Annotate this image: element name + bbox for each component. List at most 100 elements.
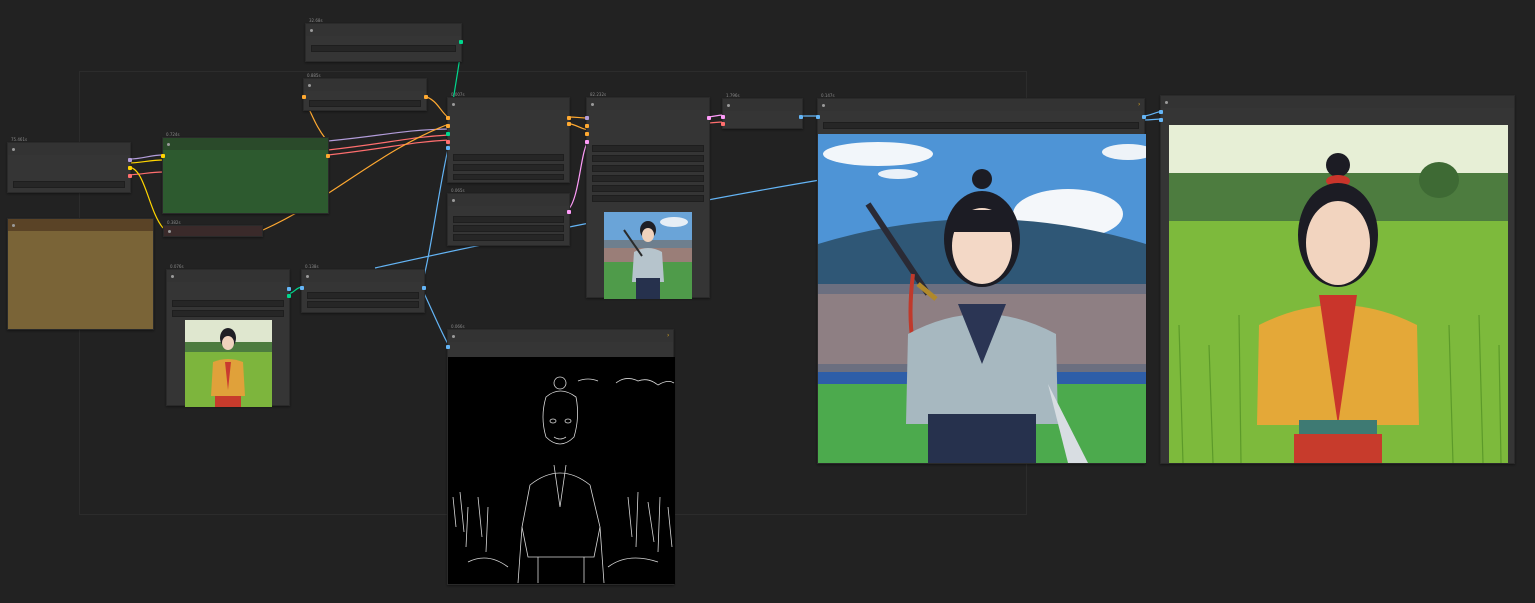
node-loader[interactable]: 75.461s — [7, 137, 132, 193]
collapse-dot-icon[interactable] — [727, 104, 730, 107]
node-widget[interactable] — [592, 185, 704, 192]
node-title: 0.147s — [821, 93, 835, 98]
node-title: 1.796s — [726, 93, 740, 98]
output-image — [1169, 125, 1508, 463]
collapse-dot-icon[interactable] — [167, 143, 170, 146]
node-latent[interactable]: 0.065s — [447, 188, 571, 246]
node-widget[interactable] — [592, 165, 704, 172]
node-title: 32.68s — [309, 18, 323, 23]
node-load-image[interactable]: 0.076s — [166, 264, 291, 407]
collapse-dot-icon[interactable] — [310, 29, 313, 32]
collapse-dot-icon[interactable] — [591, 103, 594, 106]
node-top[interactable]: 32.68s — [305, 18, 463, 62]
input-port[interactable] — [446, 345, 450, 349]
node-title: 0.065s — [451, 188, 465, 193]
input-port[interactable] — [446, 146, 450, 150]
node-dark[interactable]: 0.382s — [163, 220, 263, 237]
badge-icon: › — [1138, 101, 1141, 108]
input-port[interactable] — [585, 116, 589, 120]
node-resize[interactable]: 0.138s — [300, 264, 426, 313]
badge-icon: › — [667, 332, 670, 339]
input-port[interactable] — [302, 95, 306, 99]
output-port[interactable] — [459, 40, 463, 44]
input-port[interactable] — [585, 140, 589, 144]
node-widget[interactable] — [13, 181, 125, 188]
node-widget[interactable] — [172, 310, 284, 317]
node-widget[interactable] — [592, 155, 704, 162]
node-title: 0.066s — [451, 324, 465, 329]
collapse-dot-icon[interactable] — [452, 103, 455, 106]
output-port[interactable] — [287, 287, 291, 291]
node-widget[interactable] — [592, 175, 704, 182]
output-port[interactable] — [567, 210, 571, 214]
node-widget[interactable] — [453, 225, 564, 232]
node-title: 82.232s — [590, 92, 607, 97]
node-title: 0.724s — [166, 132, 180, 137]
output-port[interactable] — [422, 286, 426, 290]
node-widget[interactable] — [311, 45, 456, 52]
node-widget[interactable] — [823, 122, 1139, 129]
node-widget[interactable] — [307, 292, 419, 299]
input-port[interactable] — [446, 140, 450, 144]
node-save[interactable] — [1159, 95, 1515, 464]
output-port[interactable] — [287, 294, 291, 298]
input-port[interactable] — [585, 124, 589, 128]
node-widget[interactable] — [453, 234, 564, 241]
input-port[interactable] — [1159, 110, 1163, 114]
input-port[interactable] — [446, 132, 450, 136]
output-port[interactable] — [128, 166, 132, 170]
input-port[interactable] — [300, 286, 304, 290]
output-port[interactable] — [326, 154, 330, 158]
node-graph-canvas[interactable]: 32.68s 0.885s 75.461s 0.724s 0.382s 0.00… — [0, 0, 1535, 603]
node-title: 0.007s — [451, 92, 465, 97]
node-green[interactable]: 0.724s — [161, 132, 330, 214]
collapse-dot-icon[interactable] — [12, 148, 15, 151]
output-port[interactable] — [128, 158, 132, 162]
collapse-dot-icon[interactable] — [1165, 101, 1168, 104]
input-port[interactable] — [446, 116, 450, 120]
node-title: 0.138s — [305, 264, 319, 269]
collapse-dot-icon[interactable] — [171, 275, 174, 278]
node-conditioning[interactable]: 0.007s — [446, 92, 571, 183]
output-port[interactable] — [567, 116, 571, 120]
node-preview[interactable]: 0.147s › — [816, 93, 1146, 464]
node-title: 75.461s — [11, 137, 28, 142]
input-port[interactable] — [161, 154, 165, 158]
node-widget[interactable] — [307, 301, 419, 308]
collapse-dot-icon[interactable] — [168, 230, 171, 233]
node-decode[interactable]: 1.796s — [721, 93, 803, 129]
output-port[interactable] — [128, 174, 132, 178]
input-port[interactable] — [1159, 118, 1163, 122]
node-canny[interactable]: 0.066s › — [446, 324, 675, 585]
collapse-dot-icon[interactable] — [308, 84, 311, 87]
collapse-dot-icon[interactable] — [306, 275, 309, 278]
input-port[interactable] — [585, 132, 589, 136]
input-port[interactable] — [446, 124, 450, 128]
node-widget[interactable] — [592, 195, 704, 202]
preview-image — [818, 134, 1146, 463]
collapse-dot-icon[interactable] — [452, 335, 455, 338]
node-widget[interactable] — [453, 154, 564, 161]
output-port[interactable] — [799, 115, 803, 119]
node-sampler[interactable]: 82.232s — [585, 92, 711, 299]
node-upper[interactable]: 0.885s — [302, 73, 428, 111]
node-widget[interactable] — [592, 145, 704, 152]
node-widget[interactable] — [309, 100, 421, 107]
collapse-dot-icon[interactable] — [12, 224, 15, 227]
node-widget[interactable] — [453, 174, 564, 180]
node-widget[interactable] — [453, 216, 564, 223]
loaded-image — [185, 320, 272, 407]
collapse-dot-icon[interactable] — [452, 199, 455, 202]
input-port[interactable] — [721, 115, 725, 119]
input-port[interactable] — [816, 115, 820, 119]
output-port[interactable] — [707, 116, 711, 120]
input-port[interactable] — [721, 122, 725, 126]
sampler-preview-image — [604, 212, 692, 299]
output-port[interactable] — [567, 122, 571, 126]
node-widget[interactable] — [453, 164, 564, 171]
collapse-dot-icon[interactable] — [822, 104, 825, 107]
node-note[interactable] — [7, 218, 154, 330]
node-widget[interactable] — [172, 300, 284, 307]
output-port[interactable] — [424, 95, 428, 99]
output-port[interactable] — [1142, 115, 1146, 119]
